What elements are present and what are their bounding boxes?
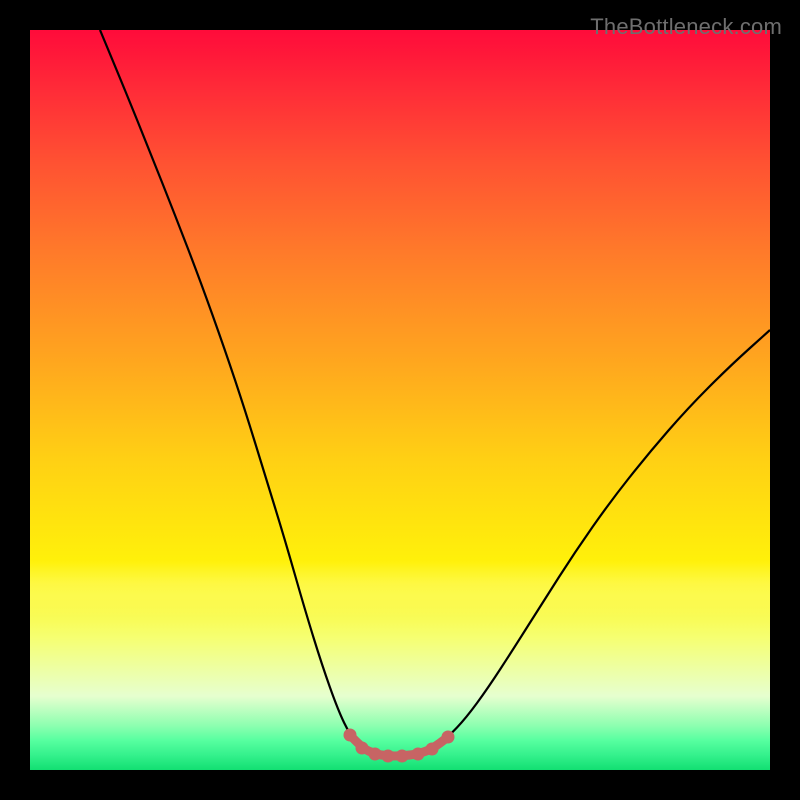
curve-svg [30, 30, 770, 770]
highlight-dot [356, 742, 369, 755]
watermark-text: TheBottleneck.com [590, 14, 782, 40]
highlight-dot [426, 743, 439, 756]
highlight-dot [369, 748, 382, 761]
highlight-dot [344, 729, 357, 742]
plot-area [30, 30, 770, 770]
bottleneck-curve-line [100, 30, 770, 756]
highlight-dot [412, 748, 425, 761]
outer-black-frame [12, 12, 788, 788]
highlight-dot [442, 731, 455, 744]
highlight-dot [396, 750, 409, 763]
highlight-dot [382, 750, 395, 763]
